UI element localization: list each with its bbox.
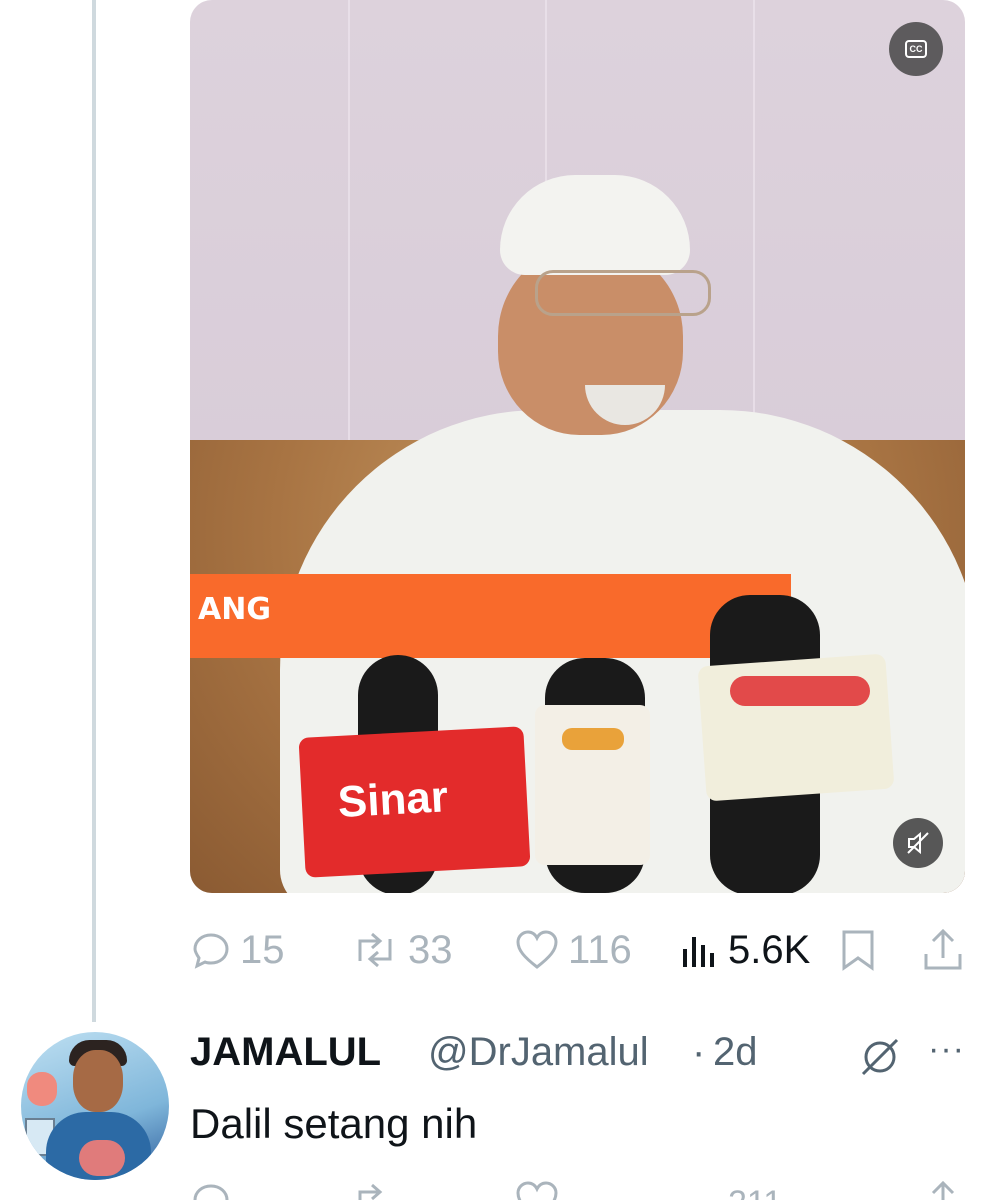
captions-button[interactable]: CC — [889, 22, 943, 76]
mic-flag-logo — [562, 728, 624, 750]
tweet-video[interactable]: ANG Sinar CC — [190, 0, 965, 893]
like-button[interactable]: 116 — [514, 918, 632, 982]
banner-text: ANG — [198, 592, 271, 627]
avatar-lung-model — [79, 1140, 125, 1176]
view-count: 5.6K — [728, 927, 811, 972]
more-options-button[interactable]: ··· — [928, 1030, 965, 1069]
share-icon — [924, 928, 962, 970]
view-count-partial: 211 — [728, 1184, 782, 1200]
retweet-icon — [358, 1183, 383, 1200]
glasses — [535, 270, 711, 316]
bookmark-button[interactable] — [838, 918, 878, 982]
reply-actions-partial: 211 — [188, 1180, 968, 1200]
views-chart-icon — [683, 937, 714, 967]
reply-author-name[interactable]: JAMALUL — [190, 1030, 381, 1075]
like-count: 116 — [568, 927, 632, 972]
retweet-count: 33 — [408, 927, 453, 972]
avatar-lung-mascot — [27, 1072, 57, 1106]
avatar-face — [73, 1050, 123, 1112]
heart-icon — [516, 930, 558, 969]
heart-icon — [516, 1181, 558, 1200]
retweet-button[interactable]: 33 — [350, 918, 453, 982]
views-button[interactable]: 5.6K — [678, 918, 810, 982]
news-banner: ANG — [190, 574, 791, 658]
reply-button[interactable]: 15 — [190, 918, 285, 982]
reply-author-handle[interactable]: @DrJamalul — [428, 1030, 649, 1075]
mute-button[interactable] — [893, 818, 943, 868]
cc-icon: CC — [905, 40, 927, 58]
reply-icon — [193, 933, 229, 969]
grok-icon — [861, 1038, 899, 1076]
meta-separator: · — [692, 1030, 706, 1074]
bookmark-icon — [842, 930, 874, 971]
mic-flag-logo — [730, 676, 870, 706]
share-button[interactable] — [922, 918, 964, 982]
avatar[interactable] — [21, 1032, 169, 1180]
tweet-actions: 15 33 116 5.6K — [188, 918, 968, 982]
reply-text: Dalil setang nih — [190, 1100, 478, 1147]
white-cap — [500, 175, 690, 275]
sinar-logo: Sinar — [336, 772, 450, 827]
share-icon — [931, 1180, 955, 1200]
reply-timestamp[interactable]: 2d — [713, 1030, 758, 1075]
thread-connector-line — [92, 0, 96, 1022]
sinar-mic-flag: Sinar — [298, 726, 531, 878]
reply-count: 15 — [240, 927, 285, 972]
grok-button[interactable] — [857, 1034, 903, 1085]
retweet-icon — [358, 932, 392, 968]
reply-icon — [193, 1184, 229, 1200]
speaker-muted-icon — [907, 831, 929, 855]
